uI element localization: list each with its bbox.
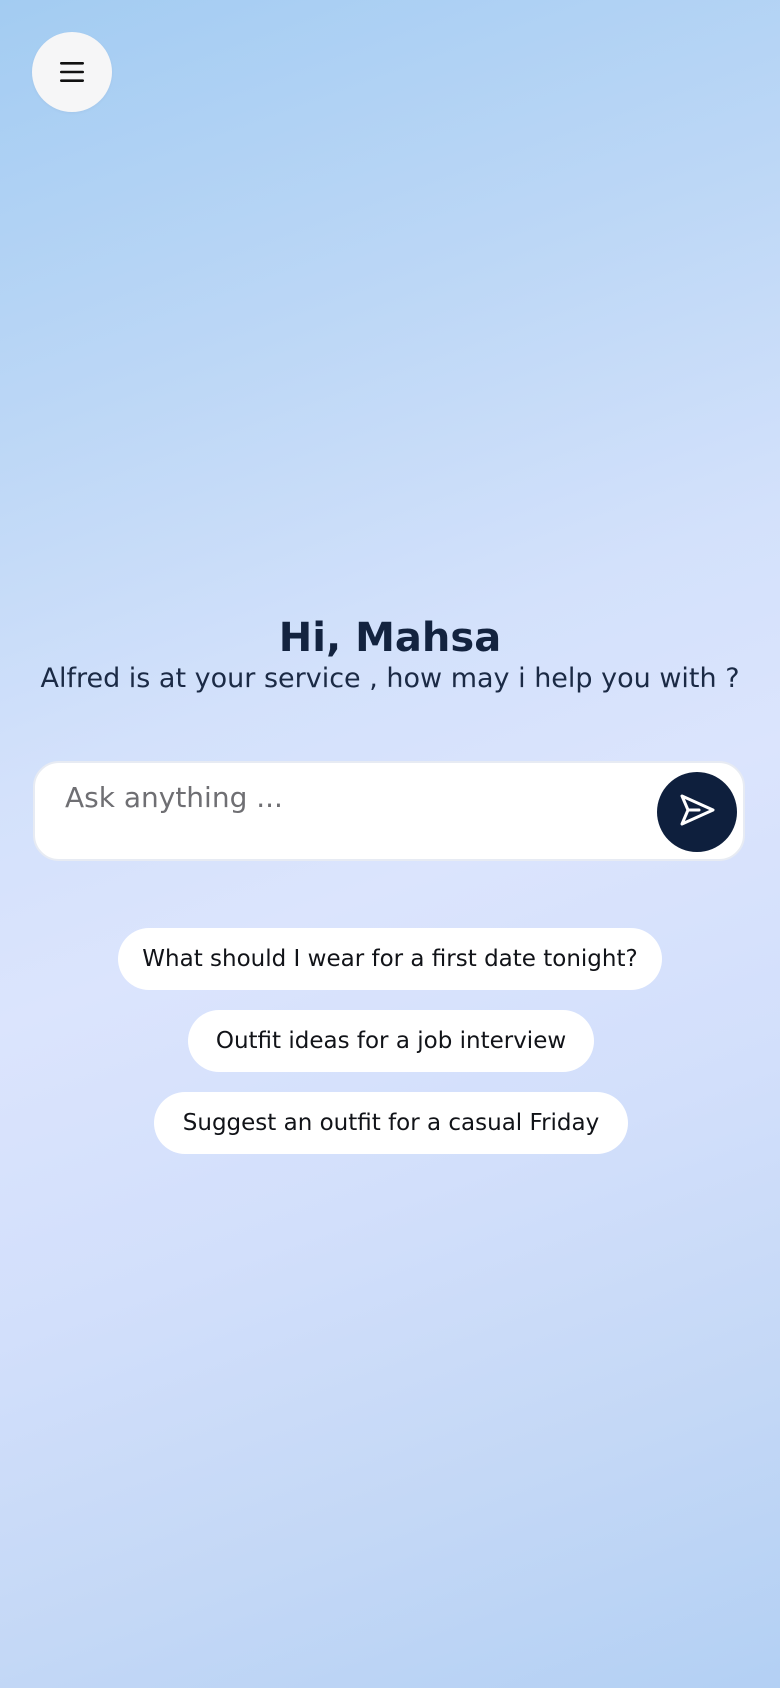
suggestion-label: Suggest an outfit for a casual Friday: [182, 1110, 600, 1136]
ask-input[interactable]: [65, 777, 625, 817]
send-button[interactable]: [657, 772, 737, 852]
suggestion-label: What should I wear for a first date toni…: [142, 946, 638, 972]
menu-icon: [59, 61, 85, 83]
suggestion-chip[interactable]: What should I wear for a first date toni…: [118, 928, 662, 990]
suggestion-label: Outfit ideas for a job interview: [215, 1028, 567, 1054]
suggestion-chip[interactable]: Suggest an outfit for a casual Friday: [154, 1092, 628, 1154]
send-icon: [677, 790, 717, 834]
menu-button[interactable]: [32, 32, 112, 112]
suggestion-chip[interactable]: Outfit ideas for a job interview: [188, 1010, 594, 1072]
greeting-subtitle: Alfred is at your service , how may i he…: [40, 663, 740, 694]
chat-input-box: [33, 761, 745, 861]
greeting-title: Hi, Mahsa: [278, 615, 502, 661]
